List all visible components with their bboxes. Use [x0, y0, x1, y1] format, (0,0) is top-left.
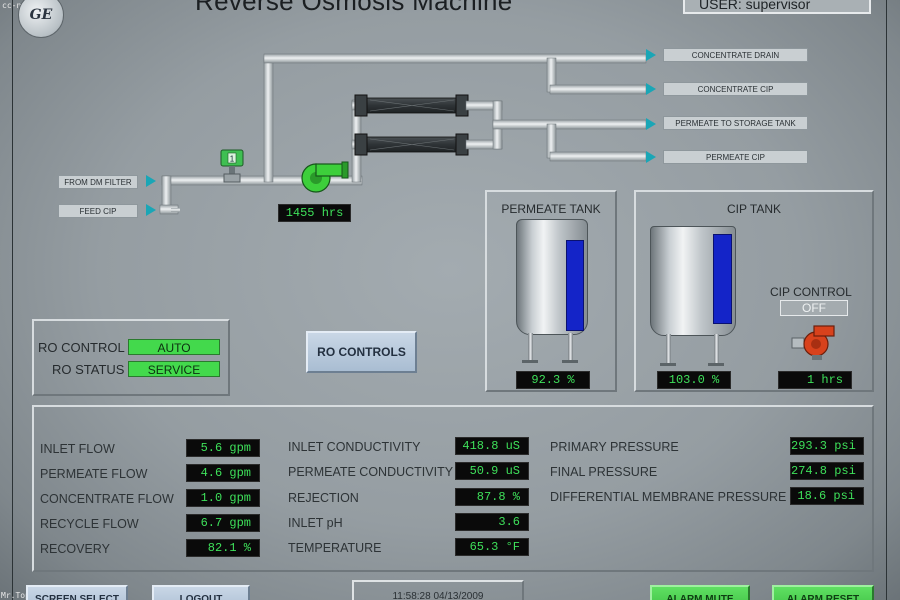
source-feed-cip: FEED CIP [58, 204, 138, 218]
inlet-valve-icon[interactable]: 1 [219, 148, 247, 184]
param-label: CONCENTRATE FLOW [40, 492, 174, 506]
cip-tank [650, 226, 736, 368]
dest-concentrate-cip: CONCENTRATE CIP [663, 82, 808, 96]
permeate-tank-level: 92.3 % [516, 371, 590, 389]
permeate-tank [516, 219, 588, 367]
inlet-ph-value: 3.6 [455, 513, 529, 531]
permeate-tank-level-bar [566, 240, 584, 331]
process-parameters-panel [32, 405, 874, 572]
param-label: FINAL PRESSURE [550, 465, 658, 479]
cip-pump-icon[interactable] [790, 322, 838, 362]
logout-button[interactable]: LOGOUT [152, 585, 250, 600]
ro-control-label: RO CONTROL [38, 340, 125, 355]
param-label: PRIMARY PRESSURE [550, 440, 679, 454]
feed-pump-icon[interactable] [298, 160, 356, 196]
cip-tank-level-bar [713, 234, 732, 324]
param-label: RECYCLE FLOW [40, 517, 139, 531]
param-label: PERMEATE CONDUCTIVITY [288, 465, 454, 479]
cip-tank-title: CIP TANK [726, 202, 782, 216]
concentrate-flow-value: 1.0 gpm [186, 489, 260, 507]
recovery-value: 82.1 % [186, 539, 260, 557]
alarm-mute-button[interactable]: ALARM MUTE [650, 585, 750, 600]
feed-pump-hours: 1455 hrs [278, 204, 351, 222]
param-label: DIFFERENTIAL MEMBRANE PRESSURE [550, 490, 787, 504]
source-arrow-icon [146, 204, 156, 216]
permeate-tank-title: PERMEATE TANK [501, 202, 601, 216]
inlet-conductivity-value: 418.8 uS [455, 437, 529, 455]
rejection-value: 87.8 % [455, 488, 529, 506]
param-label: RECOVERY [40, 542, 110, 556]
cip-control-label: CIP CONTROL [770, 285, 852, 299]
dest-concentrate-drain: CONCENTRATE DRAIN [663, 48, 808, 62]
datetime-display: 11:58:28 04/13/2009 [352, 580, 524, 600]
inlet-flow-value: 5.6 gpm [186, 439, 260, 457]
screen-select-button[interactable]: SCREEN SELECT [26, 585, 128, 600]
ro-controls-button[interactable]: RO CONTROLS [306, 331, 417, 373]
param-label: INLET FLOW [40, 442, 115, 456]
temperature-value: 65.3 °F [455, 538, 529, 556]
permeate-conductivity-value: 50.9 uS [455, 462, 529, 480]
ro-control-panel [32, 319, 230, 396]
dest-permeate-cip: PERMEATE CIP [663, 150, 808, 164]
source-arrow-icon [146, 175, 156, 187]
final-pressure-value: 274.8 psi [790, 462, 864, 480]
param-label: INLET pH [288, 516, 343, 530]
source-from-dm-filter: FROM DM FILTER [58, 175, 138, 189]
recycle-flow-value: 6.7 gpm [186, 514, 260, 532]
param-label: PERMEATE FLOW [40, 467, 148, 481]
destination-arrow-icon [646, 83, 656, 95]
primary-pressure-value: 293.3 psi [790, 437, 864, 455]
cip-control-status[interactable]: OFF [780, 300, 848, 316]
differential-pressure-value: 18.6 psi [790, 487, 864, 505]
ro-status-value: SERVICE [128, 361, 220, 377]
cip-pump-hours: 1 hrs [778, 371, 852, 389]
param-label: REJECTION [288, 491, 359, 505]
dest-permeate-storage: PERMEATE TO STORAGE TANK [663, 116, 808, 130]
ro-control-mode[interactable]: AUTO [128, 339, 220, 355]
permeate-flow-value: 4.6 gpm [186, 464, 260, 482]
cip-tank-level: 103.0 % [657, 371, 731, 389]
ro-status-label: RO STATUS [52, 362, 125, 377]
alarm-reset-button[interactable]: ALARM RESET [772, 585, 874, 600]
param-label: INLET CONDUCTIVITY [288, 440, 421, 454]
destination-arrow-icon [646, 151, 656, 163]
param-label: TEMPERATURE [288, 541, 382, 555]
destination-arrow-icon [646, 49, 656, 61]
destination-arrow-icon [646, 118, 656, 130]
valve-number: 1 [230, 155, 235, 164]
hmi-screen: cc-nc-nd Mr.Topher GE Reverse Osmosis Ma… [0, 0, 900, 600]
